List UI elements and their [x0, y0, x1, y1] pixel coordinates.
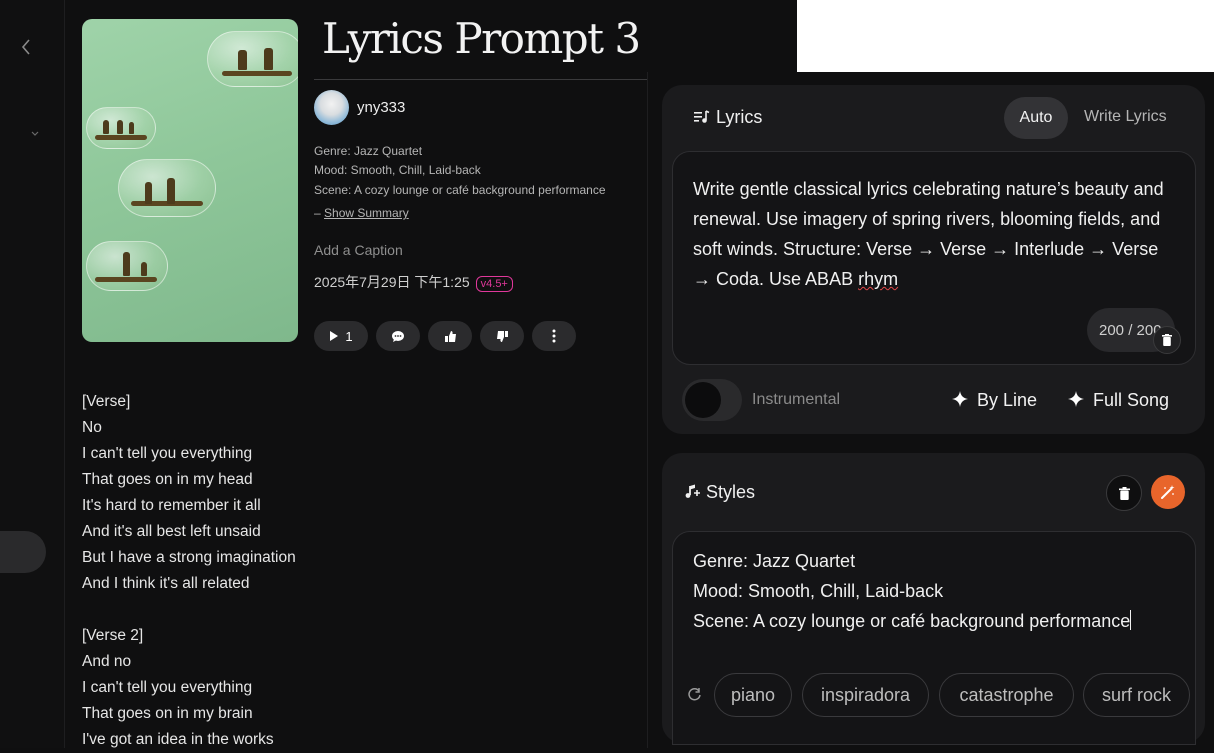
lyric-line: That goes on in my head [82, 471, 253, 488]
refresh-icon [688, 688, 701, 701]
trash-icon [1162, 334, 1172, 346]
full-song-button[interactable]: Full Song [1068, 390, 1169, 411]
clear-styles-button[interactable] [1106, 475, 1142, 511]
chevron-down-icon [31, 131, 39, 136]
lyrics-panel-header: Lyrics [694, 107, 762, 128]
refresh-suggestions-button[interactable] [687, 687, 702, 707]
sparkle-icon [952, 391, 968, 407]
toggle-knob [685, 382, 721, 418]
play-icon [330, 331, 339, 341]
lyric-line: [Verse 2] [82, 627, 144, 644]
play-button[interactable]: 1 [314, 321, 368, 351]
show-summary-row: – Show Summary [314, 206, 409, 220]
play-count: 1 [345, 328, 353, 344]
style-chip[interactable]: catastrophe [939, 673, 1074, 717]
sidebar-active-item[interactable] [0, 531, 46, 573]
mood-text: Mood: Smooth, Chill, Laid-back [314, 163, 481, 177]
scene-text: Scene: A cozy lounge or café background … [314, 183, 606, 197]
style-chip[interactable]: piano [714, 673, 792, 717]
magic-wand-button[interactable] [1151, 475, 1185, 509]
genre-text: Genre: Jazz Quartet [314, 144, 423, 158]
show-summary-link[interactable]: Show Summary [324, 206, 409, 220]
sidebar-expand-button[interactable] [30, 130, 40, 141]
lyrics-panel-title: Lyrics [716, 107, 763, 127]
lyrics-icon [694, 110, 710, 123]
author-name[interactable]: yny333 [357, 99, 405, 116]
add-caption-input[interactable]: Add a Caption [314, 242, 403, 258]
dislike-button[interactable] [480, 321, 524, 351]
music-note-icon [685, 484, 700, 498]
lyric-line: That goes on in my brain [82, 705, 253, 722]
lyrics-prompt-textarea[interactable]: Write gentle classical lyrics celebratin… [672, 151, 1196, 365]
column-divider [647, 72, 648, 748]
lyric-line: No [82, 419, 102, 436]
text-caret [1130, 610, 1132, 630]
lyrics-prompt-text: Write gentle classical lyrics celebratin… [693, 174, 1173, 294]
comment-icon [392, 330, 404, 342]
release-date: 2025年7月29日 下午1:25 v4.5+ [314, 272, 513, 292]
styles-panel-title: Styles [706, 482, 756, 502]
style-chip[interactable]: inspiradora [802, 673, 929, 717]
lyric-line: And it's all best left unsaid [82, 523, 261, 540]
lyric-line: But I have a strong imagination [82, 549, 296, 566]
more-vertical-icon [552, 329, 556, 343]
window-background-corner [797, 0, 1214, 72]
magic-wand-icon [1161, 485, 1175, 499]
song-title: Lyrics Prompt 3 [322, 14, 641, 63]
mode-write-lyrics-button[interactable]: Write Lyrics [1084, 108, 1167, 126]
song-cover-art[interactable] [82, 19, 298, 342]
avatar[interactable] [314, 90, 349, 125]
styles-scene: Scene: A cozy lounge or café background … [693, 611, 1131, 631]
by-line-button[interactable]: By Line [952, 390, 1037, 411]
mode-auto-button[interactable]: Auto [1004, 97, 1068, 139]
lyric-line: And I think it's all related [82, 575, 250, 592]
song-lyrics: [Verse] No I can't tell you everything That… [82, 389, 296, 753]
version-badge: v4.5+ [475, 276, 513, 292]
misspelled-word: rhym [858, 269, 899, 289]
clear-lyrics-button[interactable] [1153, 326, 1181, 354]
lyrics-prompt-body: Write gentle classical lyrics celebratin… [693, 179, 1164, 289]
trash-icon [1118, 486, 1130, 500]
like-button[interactable] [428, 321, 472, 351]
lyric-line: I can't tell you everything [82, 445, 253, 462]
comment-button[interactable] [376, 321, 420, 351]
lyric-line: I can't tell you everything [82, 679, 253, 696]
thumbs-down-icon [496, 330, 508, 342]
sidebar [0, 0, 65, 748]
date-text: 2025年7月29日 下午1:25 [314, 274, 470, 290]
lyric-line: [Verse] [82, 393, 131, 410]
styles-mood: Mood: Smooth, Chill, Laid-back [693, 581, 944, 601]
instrumental-label: Instrumental [752, 391, 841, 408]
lyric-line: I've got an idea in the works [82, 731, 274, 748]
instrumental-toggle[interactable] [682, 379, 742, 421]
chevron-left-icon [21, 39, 30, 55]
title-divider [314, 79, 648, 80]
styles-genre: Genre: Jazz Quartet [693, 551, 856, 571]
lyric-line [82, 597, 296, 623]
sparkle-icon [1068, 391, 1084, 407]
thumbs-up-icon [444, 330, 456, 342]
lyric-line: And no [82, 653, 132, 670]
styles-scene-row: Scene: A cozy lounge or café background … [693, 606, 1183, 636]
back-button[interactable] [20, 38, 36, 60]
styles-text: Genre: Jazz Quartet Mood: Smooth, Chill,… [693, 546, 1183, 636]
lyric-line: It's hard to remember it all [82, 497, 261, 514]
show-summary-prefix: – [314, 206, 325, 220]
full-song-label: Full Song [1093, 390, 1170, 410]
by-line-label: By Line [977, 390, 1038, 410]
styles-panel-header: Styles [684, 482, 755, 503]
more-options-button[interactable] [532, 321, 576, 351]
style-chip[interactable]: surf rock [1083, 673, 1190, 717]
